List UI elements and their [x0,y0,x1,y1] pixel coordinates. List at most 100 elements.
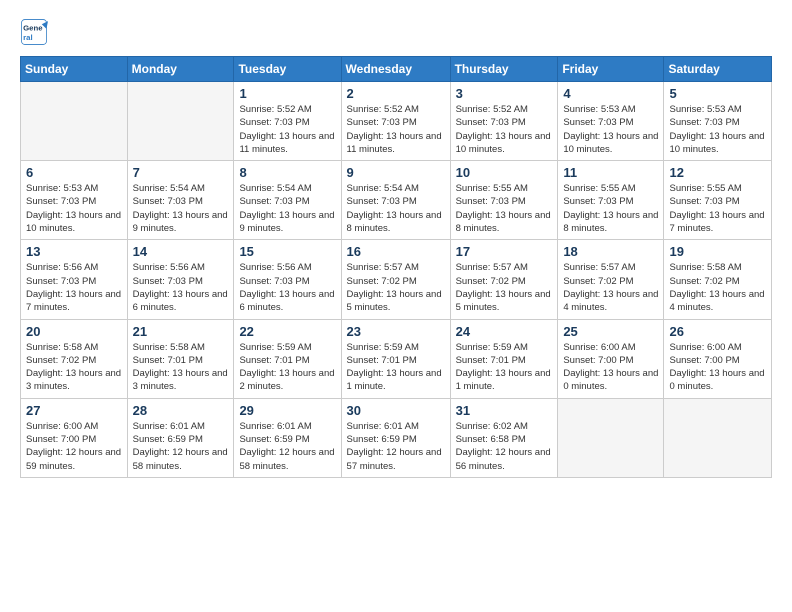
day-number: 8 [239,165,335,180]
calendar-day-cell: 29 Sunrise: 6:01 AMSunset: 6:59 PMDayligh… [234,398,341,477]
col-thursday: Thursday [450,57,558,82]
day-number: 17 [456,244,553,259]
day-number: 16 [347,244,445,259]
day-number: 15 [239,244,335,259]
day-info: Sunrise: 5:58 AMSunset: 7:01 PMDaylight:… [133,341,229,394]
calendar-day-cell: 6 Sunrise: 5:53 AMSunset: 7:03 PMDaylight… [21,161,128,240]
day-info: Sunrise: 5:57 AMSunset: 7:02 PMDaylight:… [456,261,553,314]
calendar-day-cell: 20Sunrise: 5:58 AMSunset: 7:02 PMDayligh… [21,319,128,398]
col-saturday: Saturday [664,57,772,82]
col-friday: Friday [558,57,664,82]
day-info: Sunrise: 5:54 AMSunset: 7:03 PMDaylight:… [347,182,445,235]
day-number: 2 [347,86,445,101]
svg-text:ral: ral [23,33,33,42]
day-info: Sunrise: 5:59 AMSunset: 7:01 PMDaylight:… [239,341,335,394]
day-info: Sunrise: 6:01 AMSunset: 6:59 PMDaylight:… [133,420,229,473]
day-number: 14 [133,244,229,259]
day-info: Sunrise: 5:55 AMSunset: 7:03 PMDaylight:… [563,182,658,235]
calendar-day-cell [127,82,234,161]
day-info: Sunrise: 5:56 AMSunset: 7:03 PMDaylight:… [133,261,229,314]
calendar-day-cell: 30Sunrise: 6:01 AMSunset: 6:59 PMDayligh… [341,398,450,477]
calendar-day-cell: 18 Sunrise: 5:57 AMSunset: 7:02 PMDayligh… [558,240,664,319]
calendar-day-cell: 23Sunrise: 5:59 AMSunset: 7:01 PMDayligh… [341,319,450,398]
day-info: Sunrise: 5:54 AMSunset: 7:03 PMDaylight:… [239,182,335,235]
day-number: 28 [133,403,229,418]
day-info: Sunrise: 6:00 AMSunset: 7:00 PMDaylight:… [669,341,766,394]
day-info: Sunrise: 5:56 AMSunset: 7:03 PMDaylight:… [26,261,122,314]
day-number: 13 [26,244,122,259]
day-number: 12 [669,165,766,180]
calendar-day-cell: 19 Sunrise: 5:58 AMSunset: 7:02 PMDayligh… [664,240,772,319]
calendar-day-cell: 15 Sunrise: 5:56 AMSunset: 7:03 PMDayligh… [234,240,341,319]
day-info: Sunrise: 5:52 AMSunset: 7:03 PMDaylight:… [347,103,445,156]
day-number: 11 [563,165,658,180]
day-number: 4 [563,86,658,101]
day-number: 3 [456,86,553,101]
day-info: Sunrise: 5:53 AMSunset: 7:03 PMDaylight:… [26,182,122,235]
page-header: Gene ral [20,18,772,46]
day-info: Sunrise: 5:55 AMSunset: 7:03 PMDaylight:… [456,182,553,235]
calendar-day-cell: 10 Sunrise: 5:55 AMSunset: 7:03 PMDayligh… [450,161,558,240]
day-number: 19 [669,244,766,259]
calendar-day-cell: 13 Sunrise: 5:56 AMSunset: 7:03 PMDayligh… [21,240,128,319]
day-info: Sunrise: 6:00 AMSunset: 7:00 PMDaylight:… [563,341,658,394]
calendar-day-cell: 9 Sunrise: 5:54 AMSunset: 7:03 PMDaylight… [341,161,450,240]
day-number: 21 [133,324,229,339]
day-number: 30 [347,403,445,418]
calendar-day-cell: 21 Sunrise: 5:58 AMSunset: 7:01 PMDayligh… [127,319,234,398]
svg-text:Gene: Gene [23,23,43,32]
day-number: 27 [26,403,122,418]
day-number: 31 [456,403,553,418]
day-info: Sunrise: 5:56 AMSunset: 7:03 PMDaylight:… [239,261,335,314]
col-wednesday: Wednesday [341,57,450,82]
day-number: 20 [26,324,122,339]
day-info: Sunrise: 5:53 AMSunset: 7:03 PMDaylight:… [563,103,658,156]
day-number: 25 [563,324,658,339]
logo: Gene ral [20,18,50,46]
day-info: Sunrise: 5:55 AMSunset: 7:03 PMDaylight:… [669,182,766,235]
day-info: Sunrise: 5:57 AMSunset: 7:02 PMDaylight:… [347,261,445,314]
calendar-day-cell: 17 Sunrise: 5:57 AMSunset: 7:02 PMDayligh… [450,240,558,319]
day-number: 23 [347,324,445,339]
day-info: Sunrise: 5:58 AMSunset: 7:02 PMDaylight:… [669,261,766,314]
calendar-week-row: 1 Sunrise: 5:52 AMSunset: 7:03 PMDaylight… [21,82,772,161]
calendar-day-cell: 3Sunrise: 5:52 AMSunset: 7:03 PMDaylight… [450,82,558,161]
day-number: 22 [239,324,335,339]
day-number: 6 [26,165,122,180]
calendar-week-row: 6 Sunrise: 5:53 AMSunset: 7:03 PMDaylight… [21,161,772,240]
day-number: 29 [239,403,335,418]
day-number: 7 [133,165,229,180]
calendar-day-cell: 4 Sunrise: 5:53 AMSunset: 7:03 PMDaylight… [558,82,664,161]
calendar-week-row: 27 Sunrise: 6:00 AMSunset: 7:00 PMDayligh… [21,398,772,477]
calendar-day-cell: 1 Sunrise: 5:52 AMSunset: 7:03 PMDaylight… [234,82,341,161]
day-info: Sunrise: 6:02 AMSunset: 6:58 PMDaylight:… [456,420,553,473]
calendar-day-cell: 31 Sunrise: 6:02 AMSunset: 6:58 PMDayligh… [450,398,558,477]
calendar-day-cell: 12 Sunrise: 5:55 AMSunset: 7:03 PMDayligh… [664,161,772,240]
day-info: Sunrise: 5:59 AMSunset: 7:01 PMDaylight:… [456,341,553,394]
calendar-day-cell: 11 Sunrise: 5:55 AMSunset: 7:03 PMDayligh… [558,161,664,240]
day-info: Sunrise: 5:53 AMSunset: 7:03 PMDaylight:… [669,103,766,156]
day-info: Sunrise: 6:00 AMSunset: 7:00 PMDaylight:… [26,420,122,473]
calendar-header-row: Sunday Monday Tuesday Wednesday Thursday… [21,57,772,82]
calendar-day-cell: 8 Sunrise: 5:54 AMSunset: 7:03 PMDaylight… [234,161,341,240]
day-info: Sunrise: 5:52 AMSunset: 7:03 PMDaylight:… [239,103,335,156]
day-info: Sunrise: 6:01 AMSunset: 6:59 PMDaylight:… [239,420,335,473]
calendar-day-cell: 26Sunrise: 6:00 AMSunset: 7:00 PMDayligh… [664,319,772,398]
calendar-day-cell: 25 Sunrise: 6:00 AMSunset: 7:00 PMDayligh… [558,319,664,398]
day-number: 9 [347,165,445,180]
col-tuesday: Tuesday [234,57,341,82]
day-number: 5 [669,86,766,101]
day-number: 18 [563,244,658,259]
calendar-day-cell [21,82,128,161]
day-number: 1 [239,86,335,101]
calendar-day-cell: 28 Sunrise: 6:01 AMSunset: 6:59 PMDayligh… [127,398,234,477]
col-monday: Monday [127,57,234,82]
calendar-table: Sunday Monday Tuesday Wednesday Thursday… [20,56,772,478]
calendar-day-cell: 14 Sunrise: 5:56 AMSunset: 7:03 PMDayligh… [127,240,234,319]
day-info: Sunrise: 5:57 AMSunset: 7:02 PMDaylight:… [563,261,658,314]
day-number: 10 [456,165,553,180]
calendar-day-cell: 27 Sunrise: 6:00 AMSunset: 7:00 PMDayligh… [21,398,128,477]
calendar-day-cell: 2 Sunrise: 5:52 AMSunset: 7:03 PMDaylight… [341,82,450,161]
calendar-day-cell [664,398,772,477]
calendar-day-cell: 24Sunrise: 5:59 AMSunset: 7:01 PMDayligh… [450,319,558,398]
